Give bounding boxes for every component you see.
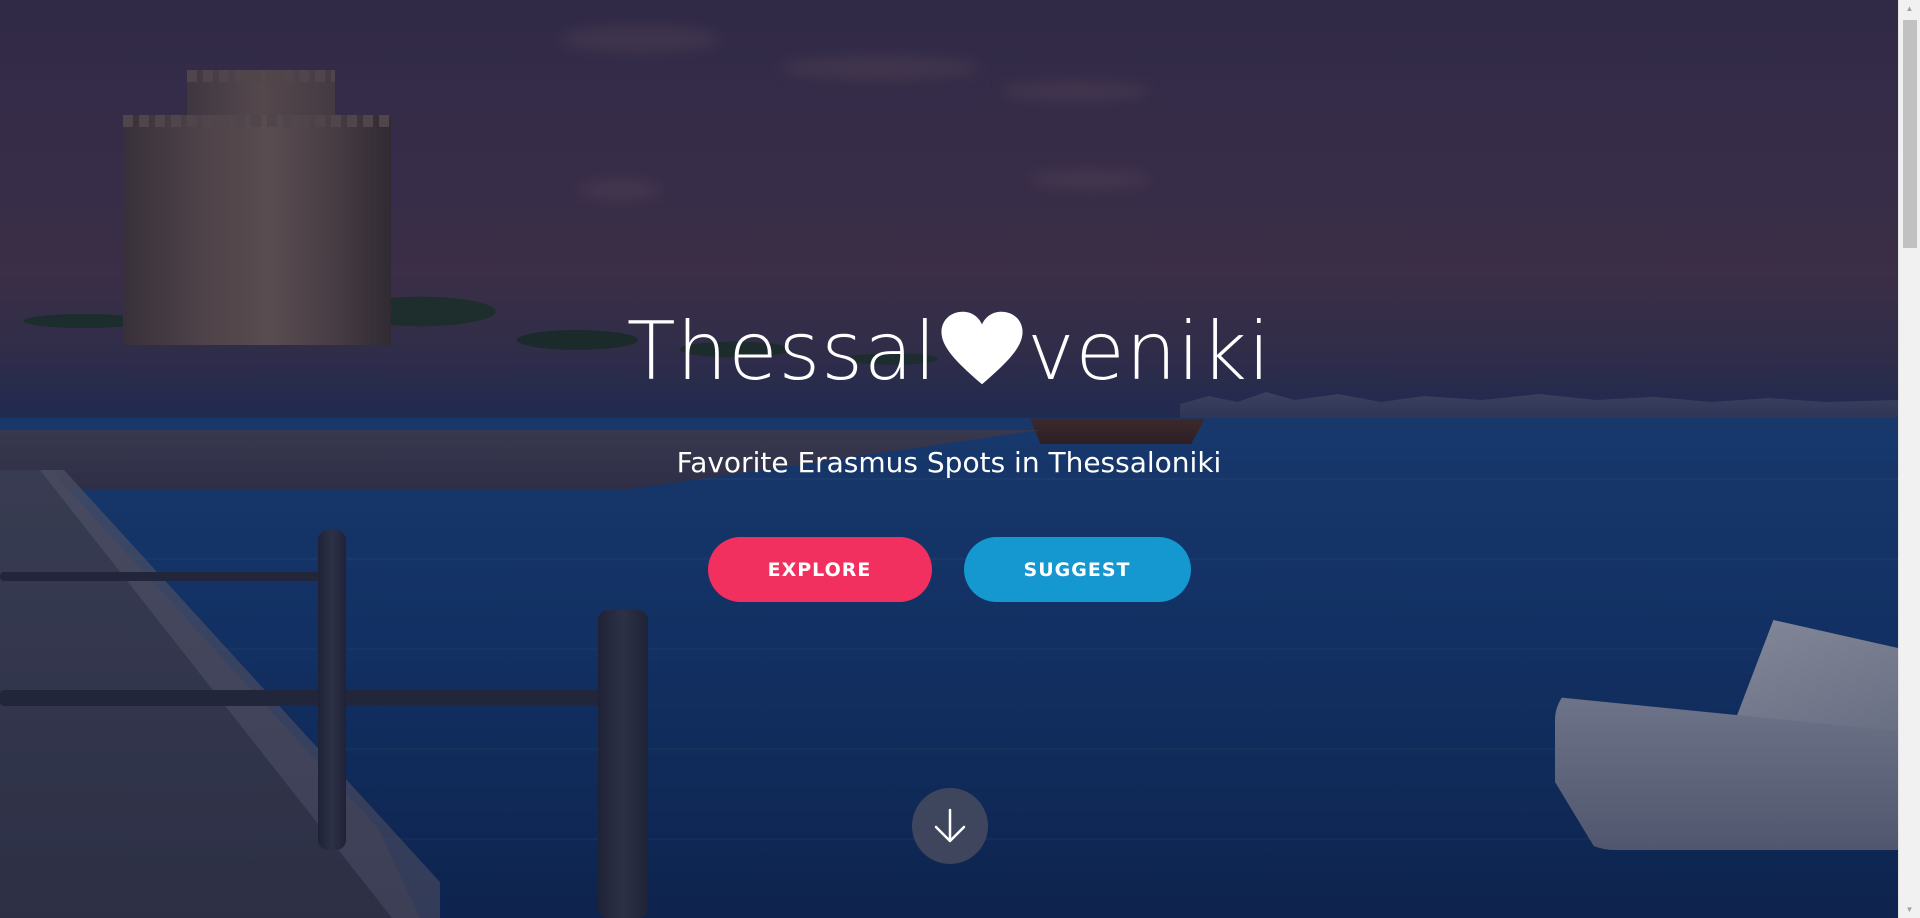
hero-tagline: Favorite Erasmus Spots in Thessaloniki — [676, 446, 1222, 479]
scrollbar-thumb[interactable] — [1903, 20, 1917, 248]
hero-section: Thessal veniki Favorite Erasmus Spots in… — [0, 0, 1898, 918]
site-title-suffix: veniki — [1027, 305, 1272, 398]
site-title: Thessal veniki — [0, 305, 1898, 398]
arrow-down-icon — [934, 808, 966, 843]
hero-actions: EXPLORE SUGGEST — [0, 537, 1898, 602]
heart-icon — [939, 310, 1025, 386]
explore-button[interactable]: EXPLORE — [707, 537, 932, 602]
suggest-button[interactable]: SUGGEST — [963, 537, 1191, 602]
scroll-up-arrow-icon[interactable]: ▲ — [1899, 0, 1920, 17]
scroll-down-arrow-icon[interactable]: ▼ — [1899, 901, 1920, 918]
hero-content: Thessal veniki Favorite Erasmus Spots in… — [0, 0, 1898, 918]
scroll-down-button[interactable] — [912, 788, 988, 864]
site-title-prefix: Thessal — [626, 305, 938, 398]
page-scrollbar[interactable]: ▲ ▼ — [1898, 0, 1920, 918]
